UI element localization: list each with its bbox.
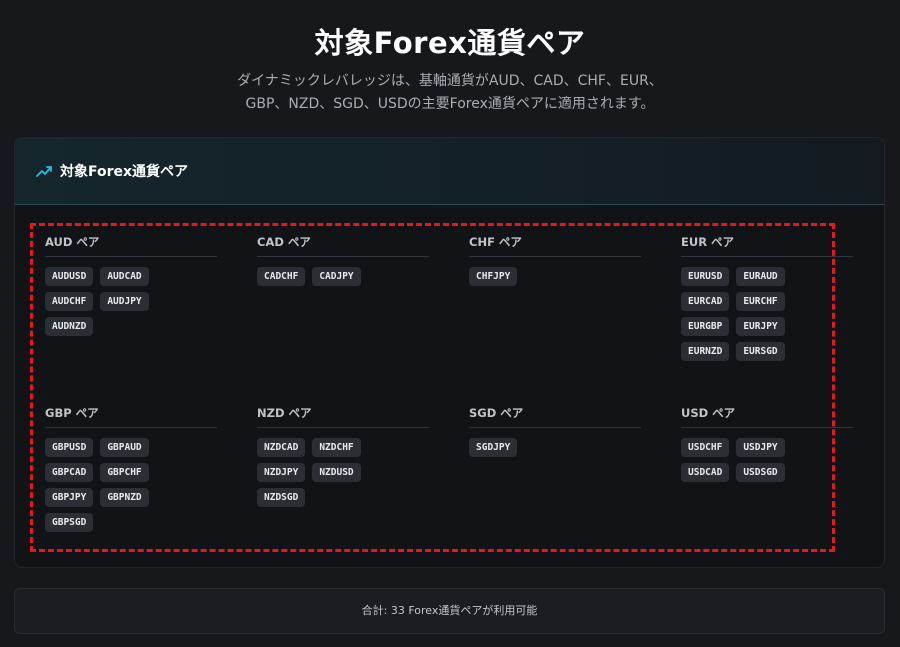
pair-chip[interactable]: EURCAD (681, 292, 730, 311)
pair-chip[interactable]: GBPAUD (100, 438, 149, 457)
footer-summary: 合計: 33 Forex通貨ペアが利用可能 (14, 588, 885, 634)
pair-chip[interactable]: NZDJPY (257, 463, 306, 482)
pair-chip-list: NZDCAD NZDCHF NZDJPY NZDUSD NZDSGD (257, 438, 397, 513)
pair-chip[interactable]: NZDSGD (257, 488, 306, 507)
currency-pairs-panel: 対象Forex通貨ペア AUD ペア AUDUSD AUDCAD AUDCHF AUDJ… (14, 137, 885, 568)
pair-chip[interactable]: GBPSGD (45, 513, 94, 532)
panel-title: 対象Forex通貨ペア (60, 164, 189, 180)
pair-chip[interactable]: EURJPY (736, 317, 785, 336)
subtitle-line-2: GBP、NZD、SGD、USDの主要Forex通貨ペアに適用されます。 (245, 96, 655, 112)
pair-group-title: AUD ペア (45, 234, 217, 257)
pair-chip[interactable]: AUDCAD (100, 267, 149, 286)
pair-chip[interactable]: EURUSD (681, 267, 730, 286)
pair-group: AUD ペア AUDUSD AUDCAD AUDCHF AUDJPY AUDNZD (45, 234, 217, 342)
pair-group: CAD ペア CADCHF CADJPY (257, 234, 429, 292)
pair-chip[interactable]: CADCHF (257, 267, 306, 286)
pair-chip[interactable]: NZDCAD (257, 438, 306, 457)
pair-chip[interactable]: AUDCHF (45, 292, 94, 311)
pair-chip[interactable]: USDCAD (681, 463, 730, 482)
subtitle-line-1: ダイナミックレバレッジは、基軸通貨がAUD、CAD、CHF、EUR、 (237, 73, 663, 89)
pair-group: SGD ペア SGDJPY (469, 405, 641, 463)
trending-up-icon (36, 164, 53, 178)
pair-chip[interactable]: GBPJPY (45, 488, 94, 507)
pair-group-title: SGD ペア (469, 405, 641, 428)
pair-chip[interactable]: USDJPY (736, 438, 785, 457)
pair-chip[interactable]: GBPUSD (45, 438, 94, 457)
pair-chip[interactable]: AUDJPY (100, 292, 149, 311)
pair-chip[interactable]: AUDNZD (45, 317, 94, 336)
pair-chip[interactable]: EURAUD (736, 267, 785, 286)
page-subtitle: ダイナミックレバレッジは、基軸通貨がAUD、CAD、CHF、EUR、 GBP、N… (0, 70, 900, 116)
pair-chip[interactable]: GBPCHF (100, 463, 149, 482)
pair-group-title: NZD ペア (257, 405, 429, 428)
pair-group-title: GBP ペア (45, 405, 217, 428)
pair-group: EUR ペア EURUSD EURAUD EURCAD EURCHF EURGBP EURJ… (681, 234, 853, 367)
pair-group: NZD ペア NZDCAD NZDCHF NZDJPY NZDUSD NZDSGD (257, 405, 429, 513)
pair-group: USD ペア USDCHF USDJPY USDCAD USDSGD (681, 405, 853, 488)
pair-group: GBP ペア GBPUSD GBPAUD GBPCAD GBPCHF GBPJPY GBPN… (45, 405, 217, 538)
pair-chip[interactable]: EURSGD (736, 342, 785, 361)
pair-chip-list: CADCHF CADJPY (257, 267, 397, 292)
panel-header: 対象Forex通貨ペア (15, 138, 884, 205)
pair-chip[interactable]: USDCHF (681, 438, 730, 457)
pair-group-title: USD ペア (681, 405, 853, 428)
pair-chip[interactable]: NZDUSD (312, 463, 361, 482)
pair-chip-list: CHFJPY (469, 267, 609, 292)
page-title: 対象Forex通貨ペア (314, 26, 586, 60)
pair-group-title: CHF ペア (469, 234, 641, 257)
pair-chip-list: USDCHF USDJPY USDCAD USDSGD (681, 438, 821, 488)
pair-chip[interactable]: AUDUSD (45, 267, 94, 286)
pair-chip-list: AUDUSD AUDCAD AUDCHF AUDJPY AUDNZD (45, 267, 185, 342)
pair-chip[interactable]: GBPCAD (45, 463, 94, 482)
pair-group-title: CAD ペア (257, 234, 429, 257)
pair-chip[interactable]: EURCHF (736, 292, 785, 311)
page: 対象Forex通貨ペア ダイナミックレバレッジは、基軸通貨がAUD、CAD、CH… (0, 0, 900, 647)
pair-chip[interactable]: EURGBP (681, 317, 730, 336)
pair-chip-list: EURUSD EURAUD EURCAD EURCHF EURGBP EURJPY EURN… (681, 267, 821, 367)
pair-chip[interactable]: SGDJPY (469, 438, 518, 457)
pair-chip-list: SGDJPY (469, 438, 609, 463)
pair-chip-list: GBPUSD GBPAUD GBPCAD GBPCHF GBPJPY GBPNZD GBPS… (45, 438, 185, 538)
pair-chip[interactable]: NZDCHF (312, 438, 361, 457)
pair-chip[interactable]: CADJPY (312, 267, 361, 286)
pair-chip[interactable]: EURNZD (681, 342, 730, 361)
pair-group-title: EUR ペア (681, 234, 853, 257)
pair-chip[interactable]: USDSGD (736, 463, 785, 482)
pair-chip[interactable]: GBPNZD (100, 488, 149, 507)
pair-chip[interactable]: CHFJPY (469, 267, 518, 286)
pair-group: CHF ペア CHFJPY (469, 234, 641, 292)
